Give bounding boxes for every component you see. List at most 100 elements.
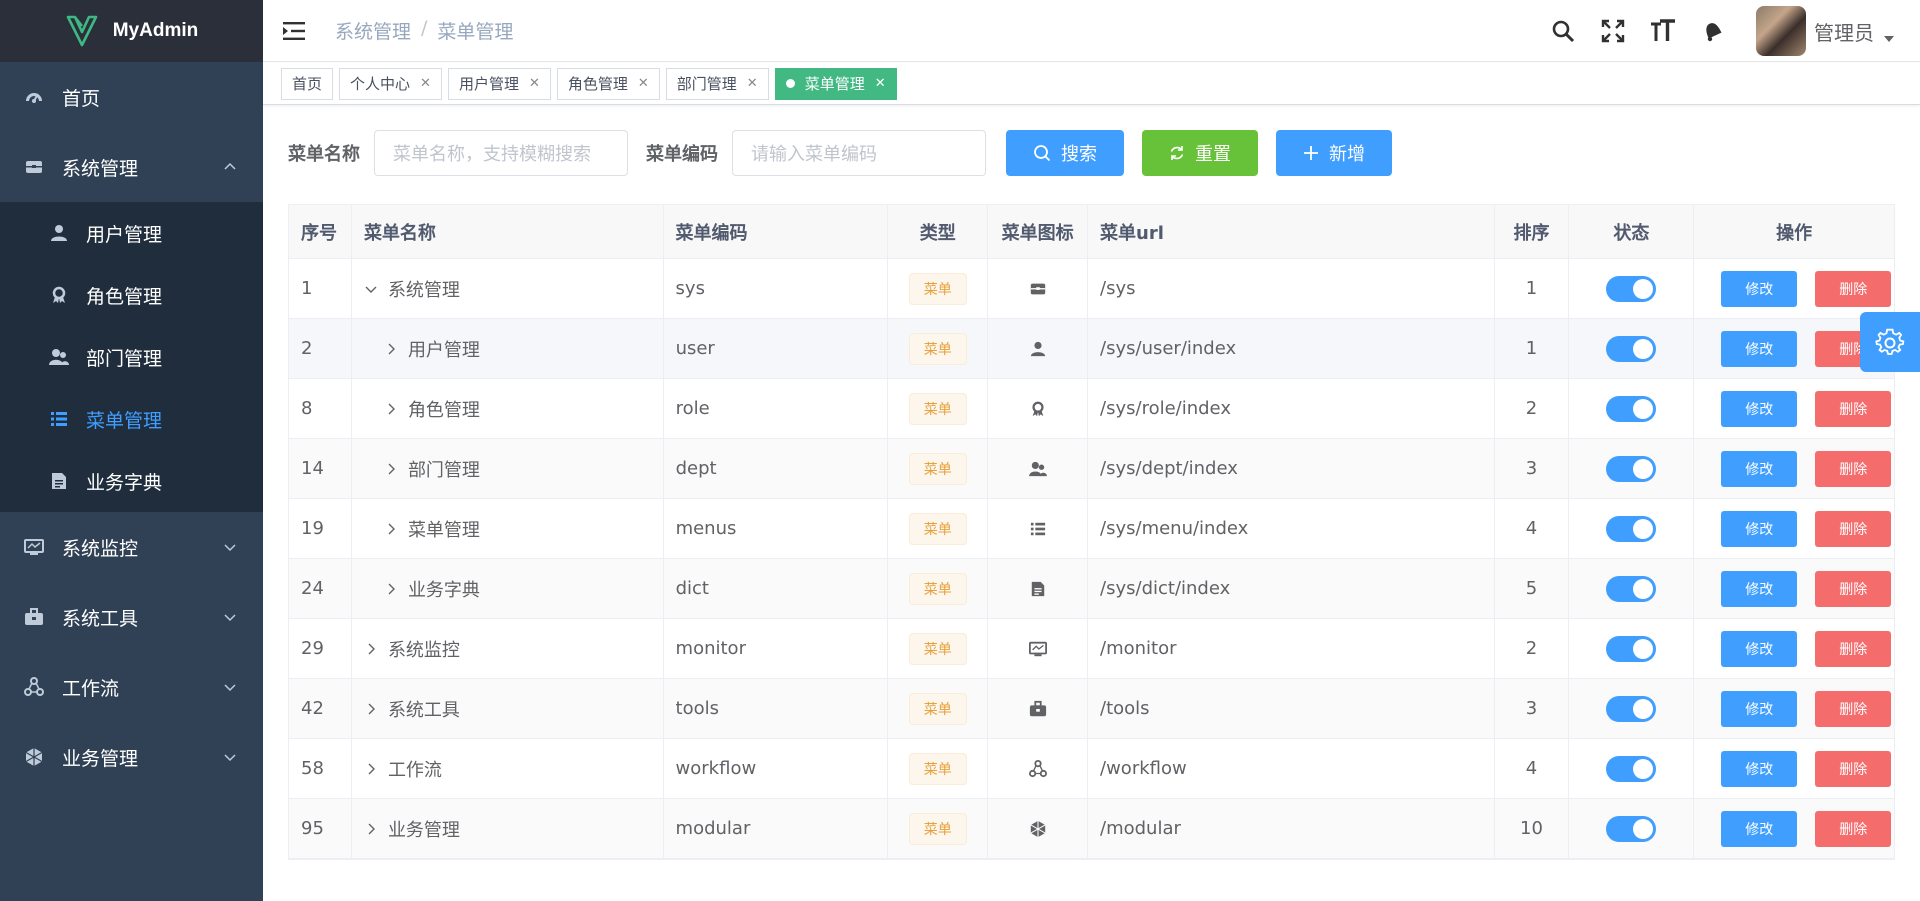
hamburger-icon[interactable] — [283, 21, 305, 41]
header-actions: 管理员 — [1550, 0, 1920, 62]
sidebar-item-home[interactable]: 首页 — [0, 62, 263, 132]
chevron-down-icon[interactable] — [364, 282, 378, 296]
delete-button[interactable]: 删除 — [1815, 270, 1892, 307]
status-switch[interactable] — [1606, 635, 1657, 662]
close-icon[interactable]: ✕ — [747, 76, 758, 91]
logo[interactable]: MyAdmin — [0, 0, 263, 62]
edit-button[interactable]: 修改 — [1721, 690, 1798, 727]
bell-icon[interactable] — [1700, 18, 1726, 44]
add-button[interactable]: 新增 — [1276, 130, 1392, 176]
close-icon[interactable]: ✕ — [420, 76, 431, 91]
edit-button[interactable]: 修改 — [1721, 510, 1798, 547]
close-icon[interactable]: ✕ — [638, 76, 649, 91]
delete-button[interactable]: 删除 — [1815, 810, 1892, 847]
edit-button[interactable]: 修改 — [1721, 570, 1798, 607]
chevron-right-icon[interactable] — [384, 402, 398, 416]
chevron-right-icon[interactable] — [364, 642, 378, 656]
cell-type: 菜单 — [888, 499, 989, 558]
status-switch[interactable] — [1606, 695, 1657, 722]
edit-button[interactable]: 修改 — [1721, 750, 1798, 787]
search-button[interactable]: 搜索 — [1006, 130, 1124, 176]
delete-button[interactable]: 删除 — [1815, 510, 1892, 547]
table-row[interactable]: 29 系统监控 monitor 菜单/monitor 2 修改 删除 — [289, 619, 1894, 679]
table-row[interactable]: 95 业务管理 modular 菜单/modular 10 修改 删除 — [289, 799, 1894, 859]
tag-label: 菜单管理 — [804, 75, 865, 93]
close-icon[interactable]: ✕ — [875, 76, 886, 91]
sidebar-item-user[interactable]: 用户管理 — [0, 202, 263, 264]
sidebar-item-dict[interactable]: 业务字典 — [0, 450, 263, 512]
chevron-right-icon[interactable] — [364, 762, 378, 776]
edit-button[interactable]: 修改 — [1721, 810, 1798, 847]
table-row[interactable]: 58 工作流 workflow 菜单/workflow 4 修改 删除 — [289, 739, 1894, 799]
settings-button[interactable] — [1860, 312, 1920, 372]
tag-home[interactable]: 首页 — [281, 67, 334, 100]
edit-button[interactable]: 修改 — [1721, 270, 1798, 307]
sidebar-item-modular[interactable]: 业务管理 — [0, 722, 263, 792]
sidebar-item-workflow[interactable]: 工作流 — [0, 652, 263, 722]
edit-button[interactable]: 修改 — [1721, 330, 1798, 367]
delete-button[interactable]: 删除 — [1815, 630, 1892, 667]
chevron-right-icon[interactable] — [384, 462, 398, 476]
status-switch[interactable] — [1606, 275, 1657, 302]
search-form: 菜单名称 菜单名称，支持模糊搜索 菜单编码 请输入菜单编码 搜索 重置 新增 — [288, 130, 1392, 176]
status-switch[interactable] — [1606, 755, 1657, 782]
tags-view: 首页 个人中心 ✕ 用户管理 ✕ 角色管理 ✕ 部门管理 ✕ 菜单管理 ✕ — [263, 63, 1920, 105]
table-row[interactable]: 42 系统工具 tools 菜单/tools 3 修改 删除 — [289, 679, 1894, 739]
menu-code-input[interactable]: 请输入菜单编码 — [732, 130, 986, 176]
chevron-right-icon[interactable] — [364, 702, 378, 716]
sidebar-item-monitor[interactable]: 系统监控 — [0, 512, 263, 582]
reset-button[interactable]: 重置 — [1142, 130, 1258, 176]
tag-menu[interactable]: 菜单管理 ✕ — [774, 67, 897, 100]
chevron-right-icon[interactable] — [364, 822, 378, 836]
edit-button[interactable]: 修改 — [1721, 390, 1798, 427]
chevron-right-icon[interactable] — [384, 522, 398, 536]
table-row[interactable]: 14 部门管理 dept 菜单/sys/dept/index 3 修改 删除 — [289, 439, 1894, 499]
status-switch[interactable] — [1606, 335, 1657, 362]
user-icon — [1030, 341, 1046, 357]
cell-url: /sys/menu/index — [1088, 499, 1495, 558]
edit-button[interactable]: 修改 — [1721, 630, 1798, 667]
menu-name-label: 菜单名称 — [288, 144, 360, 165]
delete-button[interactable]: 删除 — [1815, 390, 1892, 427]
font-size-icon[interactable] — [1650, 18, 1676, 44]
fullscreen-icon[interactable] — [1600, 18, 1626, 44]
tag-dept[interactable]: 部门管理 ✕ — [665, 67, 769, 100]
menu-name-input[interactable]: 菜单名称，支持模糊搜索 — [374, 130, 628, 176]
table-row[interactable]: 8 角色管理 role 菜单/sys/role/index 2 修改 删除 — [289, 379, 1894, 439]
sidebar-item-tools[interactable]: 系统工具 — [0, 582, 263, 652]
menu-name: 业务管理 — [387, 819, 460, 841]
cell-actions: 修改 删除 — [1694, 679, 1894, 738]
status-switch[interactable] — [1606, 515, 1657, 542]
status-switch[interactable] — [1606, 395, 1657, 422]
close-icon[interactable]: ✕ — [529, 76, 540, 91]
sidebar-item-system[interactable]: 系统管理 — [0, 132, 263, 202]
cell-code: monitor — [664, 619, 889, 678]
table-row[interactable]: 19 菜单管理 menus 菜单/sys/menu/index 4 修改 删除 — [289, 499, 1894, 559]
status-switch[interactable] — [1606, 455, 1657, 482]
delete-button[interactable]: 删除 — [1815, 570, 1892, 607]
sidebar-item-menu[interactable]: 菜单管理 — [0, 388, 263, 450]
delete-button[interactable]: 删除 — [1815, 450, 1892, 487]
tag-user[interactable]: 用户管理 ✕ — [447, 67, 551, 100]
tag-role[interactable]: 角色管理 ✕ — [556, 67, 660, 100]
table-row[interactable]: 2 用户管理 user 菜单/sys/user/index 1 修改 删除 — [289, 319, 1894, 379]
table-row[interactable]: 24 业务字典 dict 菜单/sys/dict/index 5 修改 删除 — [289, 559, 1894, 619]
status-switch[interactable] — [1606, 575, 1657, 602]
chevron-right-icon[interactable] — [384, 342, 398, 356]
sidebar-item-role[interactable]: 角色管理 — [0, 264, 263, 326]
table-row[interactable]: 1 系统管理 sys 菜单/sys 1 修改 删除 — [289, 259, 1894, 319]
delete-button[interactable]: 删除 — [1815, 690, 1892, 727]
breadcrumb-item[interactable]: 系统管理 — [335, 17, 411, 44]
edit-button[interactable]: 修改 — [1721, 450, 1798, 487]
search-icon[interactable] — [1550, 18, 1576, 44]
search-button-label: 搜索 — [1061, 144, 1097, 165]
caret-down-icon[interactable] — [1884, 36, 1894, 42]
chevron-right-icon[interactable] — [384, 582, 398, 596]
avatar[interactable] — [1756, 6, 1806, 56]
cell-code: workflow — [664, 739, 889, 798]
user-name[interactable]: 管理员 — [1814, 17, 1874, 46]
sidebar-item-dept[interactable]: 部门管理 — [0, 326, 263, 388]
tag-profile[interactable]: 个人中心 ✕ — [339, 67, 442, 100]
delete-button[interactable]: 删除 — [1815, 750, 1892, 787]
status-switch[interactable] — [1606, 815, 1657, 842]
